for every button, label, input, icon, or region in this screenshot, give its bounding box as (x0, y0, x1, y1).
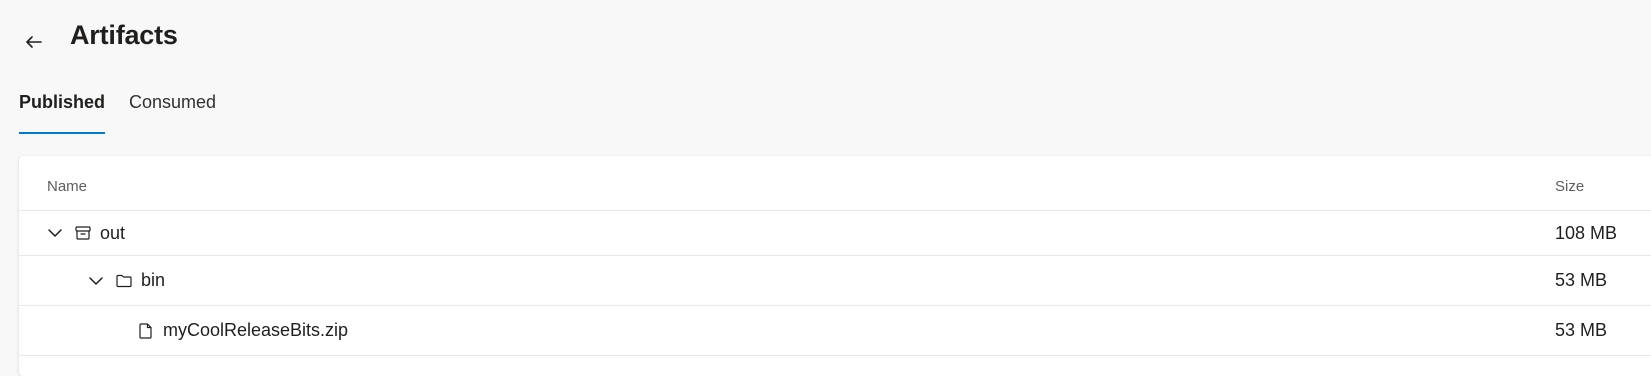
file-icon (136, 321, 156, 341)
tab-consumed[interactable]: Consumed (129, 90, 216, 134)
row-name-cell: out (45, 211, 125, 255)
archive-icon (73, 223, 93, 243)
row-size: 108 MB (1555, 222, 1618, 243)
row-label: out (100, 222, 126, 243)
row-size: 53 MB (1555, 320, 1608, 340)
folder-icon (114, 271, 134, 291)
table-row[interactable]: myCoolReleaseBits.zip 53 MB (19, 306, 1651, 356)
column-header-size[interactable]: Size (1555, 178, 1584, 195)
page-header: Artifacts (0, 0, 1651, 80)
row-label: myCoolReleaseBits.zip (163, 320, 349, 340)
table-row[interactable]: out 108 MB (19, 211, 1651, 256)
chevron-down-icon[interactable] (45, 223, 65, 243)
row-name-cell: bin (86, 256, 165, 305)
row-size: 53 MB (1555, 270, 1608, 290)
row-name-cell: myCoolReleaseBits.zip (136, 306, 348, 355)
tab-bar: Published Consumed (19, 90, 216, 134)
tab-published[interactable]: Published (19, 90, 106, 134)
arrow-left-icon (24, 32, 44, 52)
table-row[interactable]: bin 53 MB (19, 256, 1651, 306)
artifacts-table: Name Size out 108 MB bin 53 MB myCoolRel… (19, 156, 1651, 376)
page-title: Artifacts (70, 20, 178, 50)
column-header-name[interactable]: Name (47, 178, 87, 195)
row-label: bin (141, 270, 166, 290)
back-button[interactable] (22, 30, 46, 54)
chevron-down-icon[interactable] (86, 271, 106, 291)
table-header: Name Size (19, 156, 1651, 211)
